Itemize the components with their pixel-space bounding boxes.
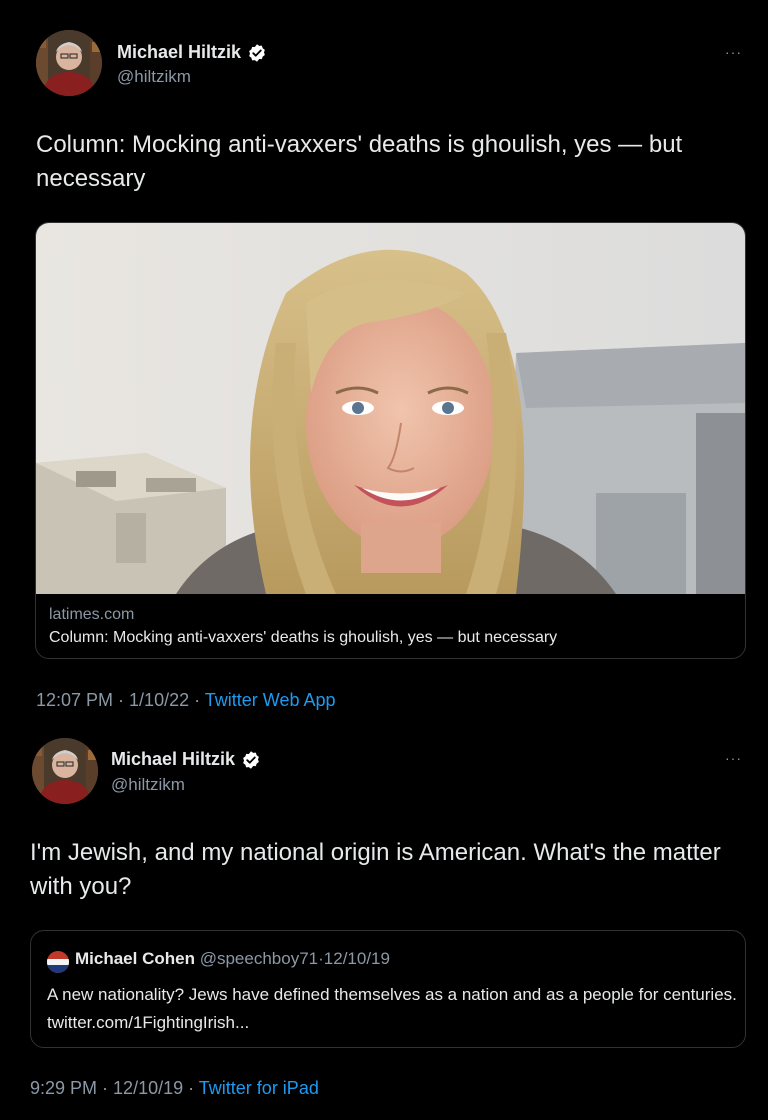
author-name-row: Michael Hiltzik [117,42,267,63]
verified-badge-icon [243,750,259,769]
verified-badge-icon [249,43,265,62]
meta-separator: · [183,1078,199,1098]
meta-separator: · [97,1078,114,1098]
tweet-date[interactable]: 12/10/19 [113,1078,183,1098]
tweet-1: Michael Hiltzik @hiltzikm ··· Column: Mo… [0,0,768,718]
author-avatar[interactable] [32,738,98,804]
tweet-2: Michael Hiltzik @hiltzikm ··· I'm Jewish… [0,718,768,1120]
quoted-author-name: Michael Cohen [75,949,195,968]
tweet-time[interactable]: 9:29 PM [30,1078,97,1098]
author-name[interactable]: Michael Hiltzik [111,749,235,770]
more-options-icon[interactable]: ··· [725,44,742,60]
tweet-text: Column: Mocking anti-vaxxers' deaths is … [36,131,683,192]
tweet-source-app[interactable]: Twitter Web App [205,690,336,710]
author-handle[interactable]: @hiltzikm [111,775,185,795]
tweet-time[interactable]: 12:07 PM [36,690,113,710]
card-domain: latimes.com [49,606,135,623]
quoted-header: Michael Cohen @speechboy71·12/10/19 [75,949,390,969]
meta-separator: · [189,690,205,710]
tweet-date[interactable]: 1/10/22 [129,690,189,710]
card-title: Column: Mocking anti-vaxxers' deaths is … [49,629,558,646]
tweet-source-app[interactable]: Twitter for iPad [199,1078,319,1098]
tweet-meta: 9:29 PM · 12/10/19 · Twitter for iPad [30,1078,319,1099]
quoted-tweet[interactable]: Michael Cohen @speechboy71·12/10/19 A ne… [30,930,746,1048]
article-photo [36,223,745,594]
author-name-row: Michael Hiltzik [111,749,261,770]
quoted-author-handle: @speechboy71 [199,949,319,968]
meta-separator: · [113,690,130,710]
tweet-text: I'm Jewish, and my national origin is Am… [30,839,721,900]
link-card[interactable]: latimes.com Column: Mocking anti-vaxxers… [35,222,746,659]
author-avatar[interactable] [36,30,102,96]
quoted-date: 12/10/19 [323,949,390,968]
quoted-text: A new nationality? Jews have defined the… [47,985,737,1032]
author-name[interactable]: Michael Hiltzik [117,42,241,63]
author-handle[interactable]: @hiltzikm [117,67,191,87]
quoted-author-avatar [47,951,69,973]
more-options-icon[interactable]: ··· [725,750,742,766]
tweet-meta: 12:07 PM · 1/10/22 · Twitter Web App [36,690,336,711]
